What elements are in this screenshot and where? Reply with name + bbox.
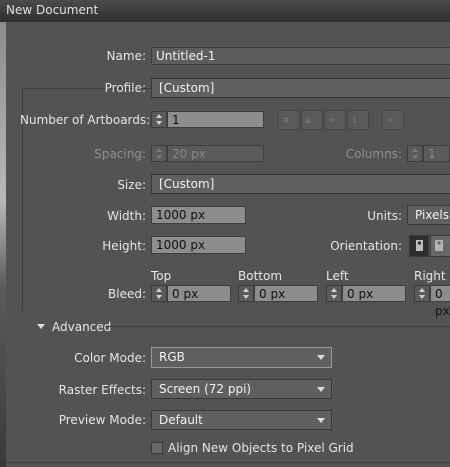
align-pixel-grid-checkbox[interactable] [151,442,163,454]
orientation-label: Orientation: [330,239,402,253]
preview-mode-label: Preview Mode: [58,413,146,427]
raster-effects-select[interactable]: Screen (72 ppi) [151,379,332,399]
spacing-label: Spacing: [94,147,146,161]
chevron-down-icon [317,355,325,360]
arrange-by-row-icon[interactable]: → [324,110,346,130]
artboards-field[interactable]: 1 [167,111,264,128]
bleed-top-label: Top [151,269,172,283]
bleed-left-stepper[interactable] [326,285,342,302]
bleed-left-label: Left [326,269,349,283]
chevron-down-icon [317,387,325,392]
units-value: Pixels [415,208,450,222]
bleed-label: Bleed: [108,287,146,301]
bleed-bottom-stepper[interactable] [238,285,254,302]
profile-select[interactable]: [Custom] [151,78,450,98]
artboards-label: Number of Artboards: [20,113,151,127]
portrait-icon[interactable] [409,235,429,257]
advanced-collapse-icon[interactable] [37,324,45,329]
height-field[interactable]: 1000 px [151,236,246,254]
profile-value: [Custom] [159,81,215,95]
units-label: Units: [367,209,402,223]
bottom-divider [6,462,450,463]
bleed-top-field[interactable]: 0 px [167,285,231,302]
grid-by-row-icon[interactable]: ⇉ [278,110,300,130]
bleed-right-label: Right [414,269,446,283]
columns-stepper[interactable] [407,145,423,162]
align-pixel-grid-label[interactable]: Align New Objects to Pixel Grid [168,441,354,455]
arrange-by-column-icon[interactable]: ↓ [347,110,369,130]
bleed-left-field[interactable]: 0 px [342,285,406,302]
bleed-bottom-label: Bottom [238,269,283,283]
preview-mode-value: Default [159,413,203,427]
bleed-right-stepper[interactable] [414,285,430,302]
advanced-divider [106,326,450,327]
landscape-icon[interactable] [430,235,450,257]
columns-field[interactable]: 1 [423,145,450,162]
name-label: Name: [106,49,146,63]
width-label: Width: [107,209,146,223]
color-mode-select[interactable]: RGB [151,347,332,368]
chevron-down-icon [317,418,325,423]
preview-mode-select[interactable]: Default [151,410,332,430]
advanced-header[interactable]: Advanced [52,320,111,334]
size-label: Size: [117,178,146,192]
size-value: [Custom] [159,177,215,191]
title-bar[interactable]: New Document [0,0,450,22]
raster-effects-value: Screen (72 ppi) [159,382,252,396]
raster-effects-label: Raster Effects: [58,383,146,397]
right-to-left-icon[interactable]: → [382,110,404,130]
width-field[interactable]: 1000 px [151,206,246,224]
color-mode-value: RGB [159,350,185,364]
window-title: New Document [6,3,99,17]
artboards-stepper[interactable] [151,111,167,128]
columns-label: Columns: [345,147,402,161]
height-label: Height: [102,239,146,253]
size-select[interactable]: [Custom] [151,174,450,194]
spacing-stepper[interactable] [151,145,167,162]
bleed-top-stepper[interactable] [151,285,167,302]
bleed-right-field[interactable]: 0 px [430,285,450,318]
name-field[interactable]: Untitled-1 [151,47,450,65]
units-select[interactable]: Pixels [407,205,450,225]
spacing-field[interactable]: 20 px [167,145,264,162]
grid-by-column-icon[interactable]: ⇊ [301,110,323,130]
color-mode-label: Color Mode: [74,351,146,365]
profile-label: Profile: [104,81,146,95]
bleed-bottom-field[interactable]: 0 px [254,285,318,302]
